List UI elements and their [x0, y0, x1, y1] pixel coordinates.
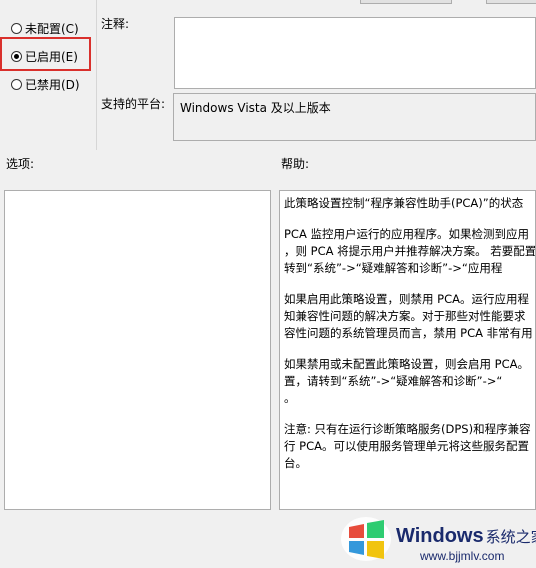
- radio-circle[interactable]: [11, 23, 22, 34]
- top-button-right[interactable]: [486, 0, 536, 4]
- help-pane[interactable]: 此策略设置控制“程序兼容性助手(PCA)”的状态 PCA 监控用户运行的应用程序…: [279, 190, 536, 510]
- help-label: 帮助:: [281, 157, 310, 171]
- top-button-left[interactable]: [360, 0, 452, 4]
- top-button-strip: [100, 0, 536, 4]
- watermark-url: www.bjjmlv.com: [420, 549, 505, 563]
- help-paragraph: PCA 监控用户运行的应用程序。如果检测到应用 ，则 PCA 将提示用户并推荐解决…: [284, 227, 536, 275]
- divider: [96, 0, 97, 150]
- help-paragraph: 如果禁用或未配置此策略设置，则会启用 PCA。 置，请转到“系统”->“疑难解答和…: [284, 357, 529, 405]
- platform-value: Windows Vista 及以上版本: [180, 101, 331, 115]
- watermark: Windows系统之家 www.bjjmlv.com: [330, 505, 536, 568]
- platform-label: 支持的平台:: [101, 97, 166, 111]
- radio-label: 已禁用(D): [25, 78, 80, 92]
- comment-label: 注释:: [101, 17, 130, 31]
- comment-textarea[interactable]: [174, 17, 536, 89]
- options-pane[interactable]: [4, 190, 271, 510]
- radio-disabled[interactable]: 已禁用(D): [11, 76, 80, 93]
- windows-logo-icon: [341, 517, 391, 561]
- watermark-title: Windows系统之家: [396, 525, 536, 547]
- options-label: 选项:: [6, 157, 35, 171]
- help-paragraph: 如果启用此策略设置，则禁用 PCA。运行应用程 知兼容性问题的解决方案。对于那些对…: [284, 292, 533, 340]
- platform-field: Windows Vista 及以上版本: [173, 93, 536, 141]
- help-paragraph: 注意: 只有在运行诊断策略服务(DPS)和程序兼容行 PCA。可以使用服务管理单…: [284, 422, 531, 470]
- radio-label: 未配置(C): [25, 22, 79, 36]
- radio-circle[interactable]: [11, 79, 22, 90]
- highlight-box: [0, 37, 91, 71]
- help-paragraph: 此策略设置控制“程序兼容性助手(PCA)”的状态: [284, 196, 524, 210]
- radio-not-configured[interactable]: 未配置(C): [11, 20, 79, 37]
